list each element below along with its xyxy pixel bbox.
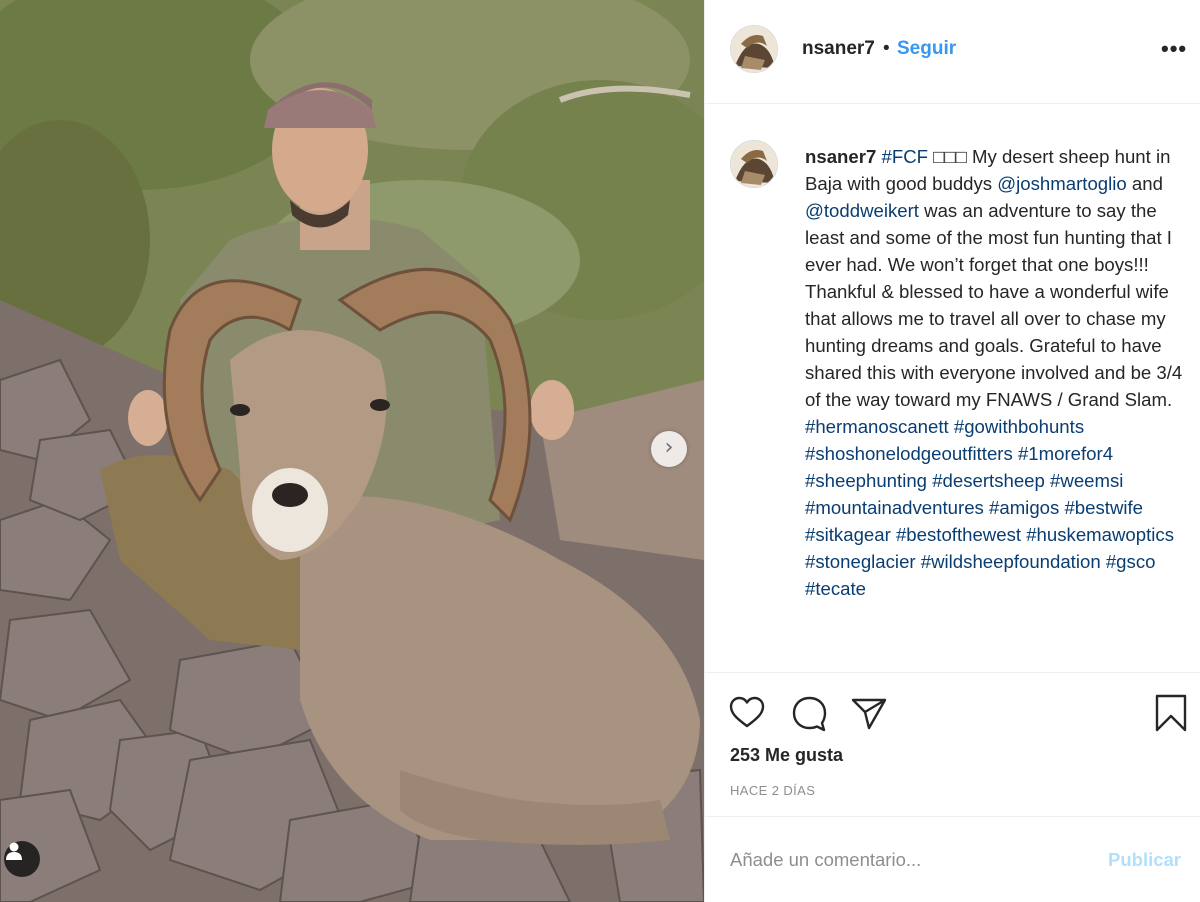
separator-dot: • xyxy=(883,38,890,59)
heart-icon[interactable] xyxy=(727,693,767,733)
add-comment-area: Publicar xyxy=(705,816,1200,902)
caption-segment: and xyxy=(1126,173,1169,194)
likes-count[interactable]: 253 Me gusta xyxy=(730,745,843,766)
hashtag-link[interactable]: #sitkagear xyxy=(805,524,891,545)
hashtag-link[interactable]: #gsco xyxy=(1106,551,1156,572)
caption-username[interactable]: nsaner7 xyxy=(805,146,876,167)
hashtag-link[interactable]: #amigos xyxy=(989,497,1059,518)
mention-link[interactable]: @joshmartoglio xyxy=(997,173,1126,194)
comments-section[interactable]: nsaner7 #FCF □□□ My desert sheep hunt in… xyxy=(705,105,1200,670)
hashtag-link[interactable]: #weemsi xyxy=(1050,470,1123,491)
post-actions: 253 Me gusta HACE 2 DÍAS xyxy=(705,672,1200,820)
hashtag-link[interactable]: #desertsheep xyxy=(932,470,1045,491)
bookmark-icon[interactable] xyxy=(1151,693,1191,733)
carousel-next-button[interactable]: › xyxy=(651,431,687,467)
avatar[interactable] xyxy=(730,25,778,73)
hashtag-link[interactable]: #1morefor4 xyxy=(1018,443,1113,464)
hashtag-link[interactable]: #hermanoscanett xyxy=(805,416,949,437)
hashtag-link[interactable]: #gowithbohunts xyxy=(954,416,1084,437)
hashtag-link[interactable]: #bestwife xyxy=(1064,497,1143,518)
hashtag-link[interactable]: #mountainadventures xyxy=(805,497,984,518)
profile-photo xyxy=(731,26,777,72)
hashtag-link[interactable]: #stoneglacier xyxy=(805,551,916,572)
post-side-panel: nsaner7 • Seguir ••• nsaner7 #FCF □□□ My… xyxy=(704,0,1200,902)
caption-segment xyxy=(1143,497,1148,518)
caption-segment xyxy=(1113,443,1118,464)
hashtag-link[interactable]: #FCF xyxy=(882,146,928,167)
caption-text: #FCF □□□ My desert sheep hunt in Baja wi… xyxy=(805,146,1187,599)
comment-input[interactable] xyxy=(730,845,1090,875)
chevron-right-icon: › xyxy=(664,434,674,460)
hashtag-link[interactable]: #bestofthewest xyxy=(896,524,1021,545)
hashtag-link[interactable]: #shoshonelodgeoutfitters xyxy=(805,443,1013,464)
hashtag-link[interactable]: #huskemawoptics xyxy=(1026,524,1174,545)
header-username[interactable]: nsaner7 xyxy=(802,38,875,60)
post-photo[interactable]: › xyxy=(0,0,704,902)
caption-avatar[interactable] xyxy=(730,140,778,188)
post-timestamp[interactable]: HACE 2 DÍAS xyxy=(730,783,815,798)
caption-segment xyxy=(1123,470,1128,491)
tagged-users-button[interactable] xyxy=(4,841,40,877)
more-options-icon[interactable]: ••• xyxy=(1161,36,1187,62)
profile-photo xyxy=(731,141,777,187)
ram-hunt-photo xyxy=(0,0,704,902)
caption-segment xyxy=(1155,551,1160,572)
caption-segment xyxy=(1174,524,1179,545)
hashtag-link[interactable]: #wildsheepfoundation xyxy=(921,551,1101,572)
paper-plane-icon[interactable] xyxy=(848,693,888,733)
speech-bubble-icon[interactable] xyxy=(789,693,829,733)
user-icon xyxy=(6,842,22,860)
hashtag-link[interactable]: #sheephunting xyxy=(805,470,927,491)
caption-segment xyxy=(1084,416,1089,437)
mention-link[interactable]: @toddweikert xyxy=(805,200,919,221)
post-header: nsaner7 • Seguir ••• xyxy=(705,0,1200,104)
caption-segment: was an adventure to say the least and so… xyxy=(805,200,1188,410)
post-caption: nsaner7 #FCF □□□ My desert sheep hunt in… xyxy=(805,143,1185,602)
follow-button[interactable]: Seguir xyxy=(897,38,956,60)
publish-button[interactable]: Publicar xyxy=(1108,849,1181,871)
hashtag-link[interactable]: #tecate xyxy=(805,578,866,599)
